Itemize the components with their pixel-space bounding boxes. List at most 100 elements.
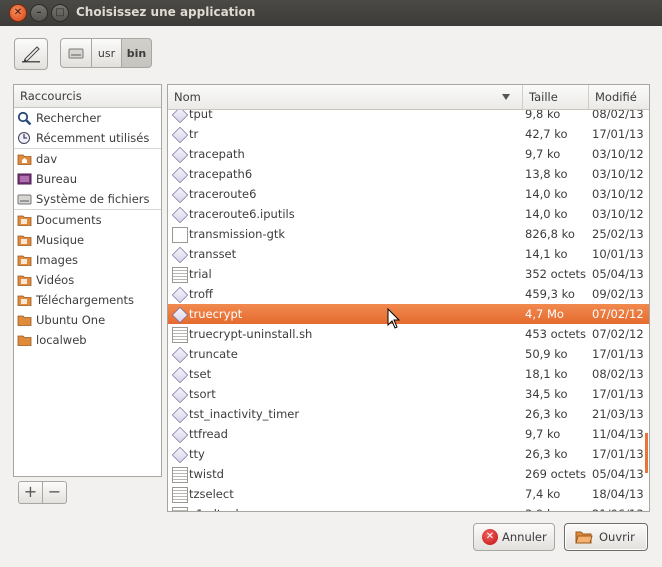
sidebar-item-localweb[interactable]: localweb <box>14 330 161 350</box>
music-folder-icon <box>17 233 32 247</box>
sidebar-item-label: Musique <box>36 233 85 247</box>
sidebar-item-label: localweb <box>36 333 87 347</box>
file-row[interactable]: truncate 50,9 ko 17/01/13 <box>168 344 649 364</box>
file-row[interactable]: tty 26,3 ko 17/01/13 <box>168 444 649 464</box>
file-modified: 08/02/13 <box>592 367 644 381</box>
file-name: twistd <box>189 467 224 481</box>
file-size: 352 octets <box>525 267 587 281</box>
file-modified: 11/04/13 <box>592 427 644 441</box>
file-name: tzselect <box>189 487 234 501</box>
add-bookmark-button[interactable]: + <box>18 481 43 504</box>
file-name: transset <box>189 247 237 261</box>
sidebar-item-documents[interactable]: Documents <box>14 210 161 230</box>
file-modified: 09/02/13 <box>592 287 644 301</box>
file-row[interactable]: transmission-gtk 826,8 ko 25/02/13 <box>168 224 649 244</box>
sidebar-item-syst-me-de-fichiers[interactable]: Système de fichiers <box>14 189 161 209</box>
file-row[interactable]: traceroute6 14,0 ko 03/10/12 <box>168 184 649 204</box>
window-title: Choisissez une application <box>76 5 256 19</box>
file-size: 14,1 ko <box>525 247 568 261</box>
file-modified: 17/01/13 <box>592 347 644 361</box>
cancel-button[interactable]: ✕ Annuler <box>473 523 555 551</box>
file-size: 4,7 Mo <box>525 307 564 321</box>
column-header-name[interactable]: Nom <box>168 85 522 109</box>
file-size: 14,0 ko <box>525 187 568 201</box>
file-size: 826,8 ko <box>525 227 575 241</box>
file-name: tracepath6 <box>189 167 253 181</box>
file-size: 9,7 ko <box>525 427 561 441</box>
app-chooser-dialog: ✕ – □ Choisissez une application usr bin… <box>0 0 662 567</box>
sidebar-item-label: Ubuntu One <box>36 313 106 327</box>
file-row[interactable]: tracepath6 13,8 ko 03/10/12 <box>168 164 649 184</box>
open-button[interactable]: Ouvrir <box>564 523 648 551</box>
file-row[interactable]: twistd 269 octets 05/04/13 <box>168 464 649 484</box>
column-header-size[interactable]: Taille <box>522 85 588 109</box>
file-name: transmission-gtk <box>189 227 286 241</box>
pictures-folder-icon <box>17 253 32 267</box>
path-segment-bin[interactable]: bin <box>122 38 152 68</box>
maximize-window-button[interactable]: □ <box>51 4 69 22</box>
script-file-icon <box>172 327 188 343</box>
file-modified: 05/04/13 <box>592 267 644 281</box>
minimize-window-button[interactable]: – <box>30 4 48 22</box>
close-window-button[interactable]: ✕ <box>9 4 27 22</box>
file-row[interactable]: truecrypt-uninstall.sh 453 octets 07/02/12 <box>168 324 649 344</box>
column-header-modified[interactable]: Modifié <box>588 85 649 109</box>
file-row[interactable]: troff 459,3 ko 09/02/13 <box>168 284 649 304</box>
file-list: Nom Taille Modifié tput 9,8 ko 08/02/13 tr 4… <box>167 84 650 512</box>
executable-icon <box>171 386 189 404</box>
file-modified: 03/10/12 <box>592 207 644 221</box>
file-name: truecrypt-uninstall.sh <box>189 327 313 341</box>
executable-icon <box>171 346 189 364</box>
path-bar: usr bin <box>60 38 152 68</box>
file-row[interactable]: tracepath 9,7 ko 03/10/12 <box>168 144 649 164</box>
file-row[interactable]: ttfread 9,7 ko 11/04/13 <box>168 424 649 444</box>
file-name: truecrypt <box>189 307 243 321</box>
sidebar-item-bureau[interactable]: Bureau <box>14 169 161 189</box>
executable-icon <box>171 246 189 264</box>
sidebar-item-rechercher[interactable]: Rechercher <box>14 108 161 128</box>
sidebar-item-label: Téléchargements <box>36 293 135 307</box>
sidebar-item-label: Images <box>36 253 79 267</box>
file-row[interactable]: traceroute6.iputils 14,0 ko 03/10/12 <box>168 204 649 224</box>
remove-bookmark-button[interactable]: − <box>43 481 67 504</box>
file-row[interactable]: tr 42,7 ko 17/01/13 <box>168 124 649 144</box>
file-row[interactable]: tset 18,1 ko 08/02/13 <box>168 364 649 384</box>
executable-icon <box>171 186 189 204</box>
path-segment-usr[interactable]: usr <box>92 38 122 68</box>
file-modified: 10/01/13 <box>592 247 644 261</box>
sidebar-item-r-cemment-utilis-s[interactable]: Récemment utilisés <box>14 128 161 148</box>
path-root-button[interactable] <box>60 38 92 68</box>
open-label: Ouvrir <box>599 530 635 544</box>
file-row[interactable]: tsort 34,5 ko 17/01/13 <box>168 384 649 404</box>
file-name: tsort <box>189 387 216 401</box>
sidebar-item-dav[interactable]: dav <box>14 149 161 169</box>
script-file-icon <box>172 507 188 511</box>
file-size: 18,1 ko <box>525 367 568 381</box>
open-folder-icon <box>575 531 593 544</box>
file-name: troff <box>189 287 213 301</box>
sidebar-item-musique[interactable]: Musique <box>14 230 161 250</box>
file-row[interactable]: tzselect 7,4 ko 18/04/13 <box>168 484 649 504</box>
type-location-button[interactable] <box>14 38 48 70</box>
file-row[interactable]: trial 352 octets 05/04/13 <box>168 264 649 284</box>
executable-icon <box>171 206 189 224</box>
file-row[interactable]: transset 14,1 ko 10/01/13 <box>168 244 649 264</box>
sidebar-item-ubuntu-one[interactable]: Ubuntu One <box>14 310 161 330</box>
scrollbar-indicator[interactable] <box>645 433 648 473</box>
file-modified: 07/02/12 <box>592 327 644 341</box>
sidebar-items: Rechercher Récemment utilisés dav Bureau Sys… <box>14 108 161 350</box>
drive-icon <box>68 48 84 59</box>
places-sidebar: Raccourcis Rechercher Récemment utilisés d… <box>13 84 162 477</box>
sidebar-item-images[interactable]: Images <box>14 250 161 270</box>
file-name: tset <box>189 367 212 381</box>
file-row-selected[interactable]: truecrypt 4,7 Mo 07/02/12 <box>168 304 649 324</box>
sidebar-item-label: Récemment utilisés <box>36 131 150 145</box>
sidebar-item-t-l-chargements[interactable]: Téléchargements <box>14 290 161 310</box>
executable-icon <box>171 166 189 184</box>
file-name: traceroute6 <box>189 187 257 201</box>
file-row[interactable]: tst_inactivity_timer 26,3 ko 21/03/13 <box>168 404 649 424</box>
videos-folder-icon <box>17 273 32 287</box>
sort-down-icon <box>502 94 510 100</box>
file-row[interactable]: u1sdtool 3,9 ko 21/06/13 <box>168 504 649 511</box>
sidebar-item-vid-os[interactable]: Vidéos <box>14 270 161 290</box>
